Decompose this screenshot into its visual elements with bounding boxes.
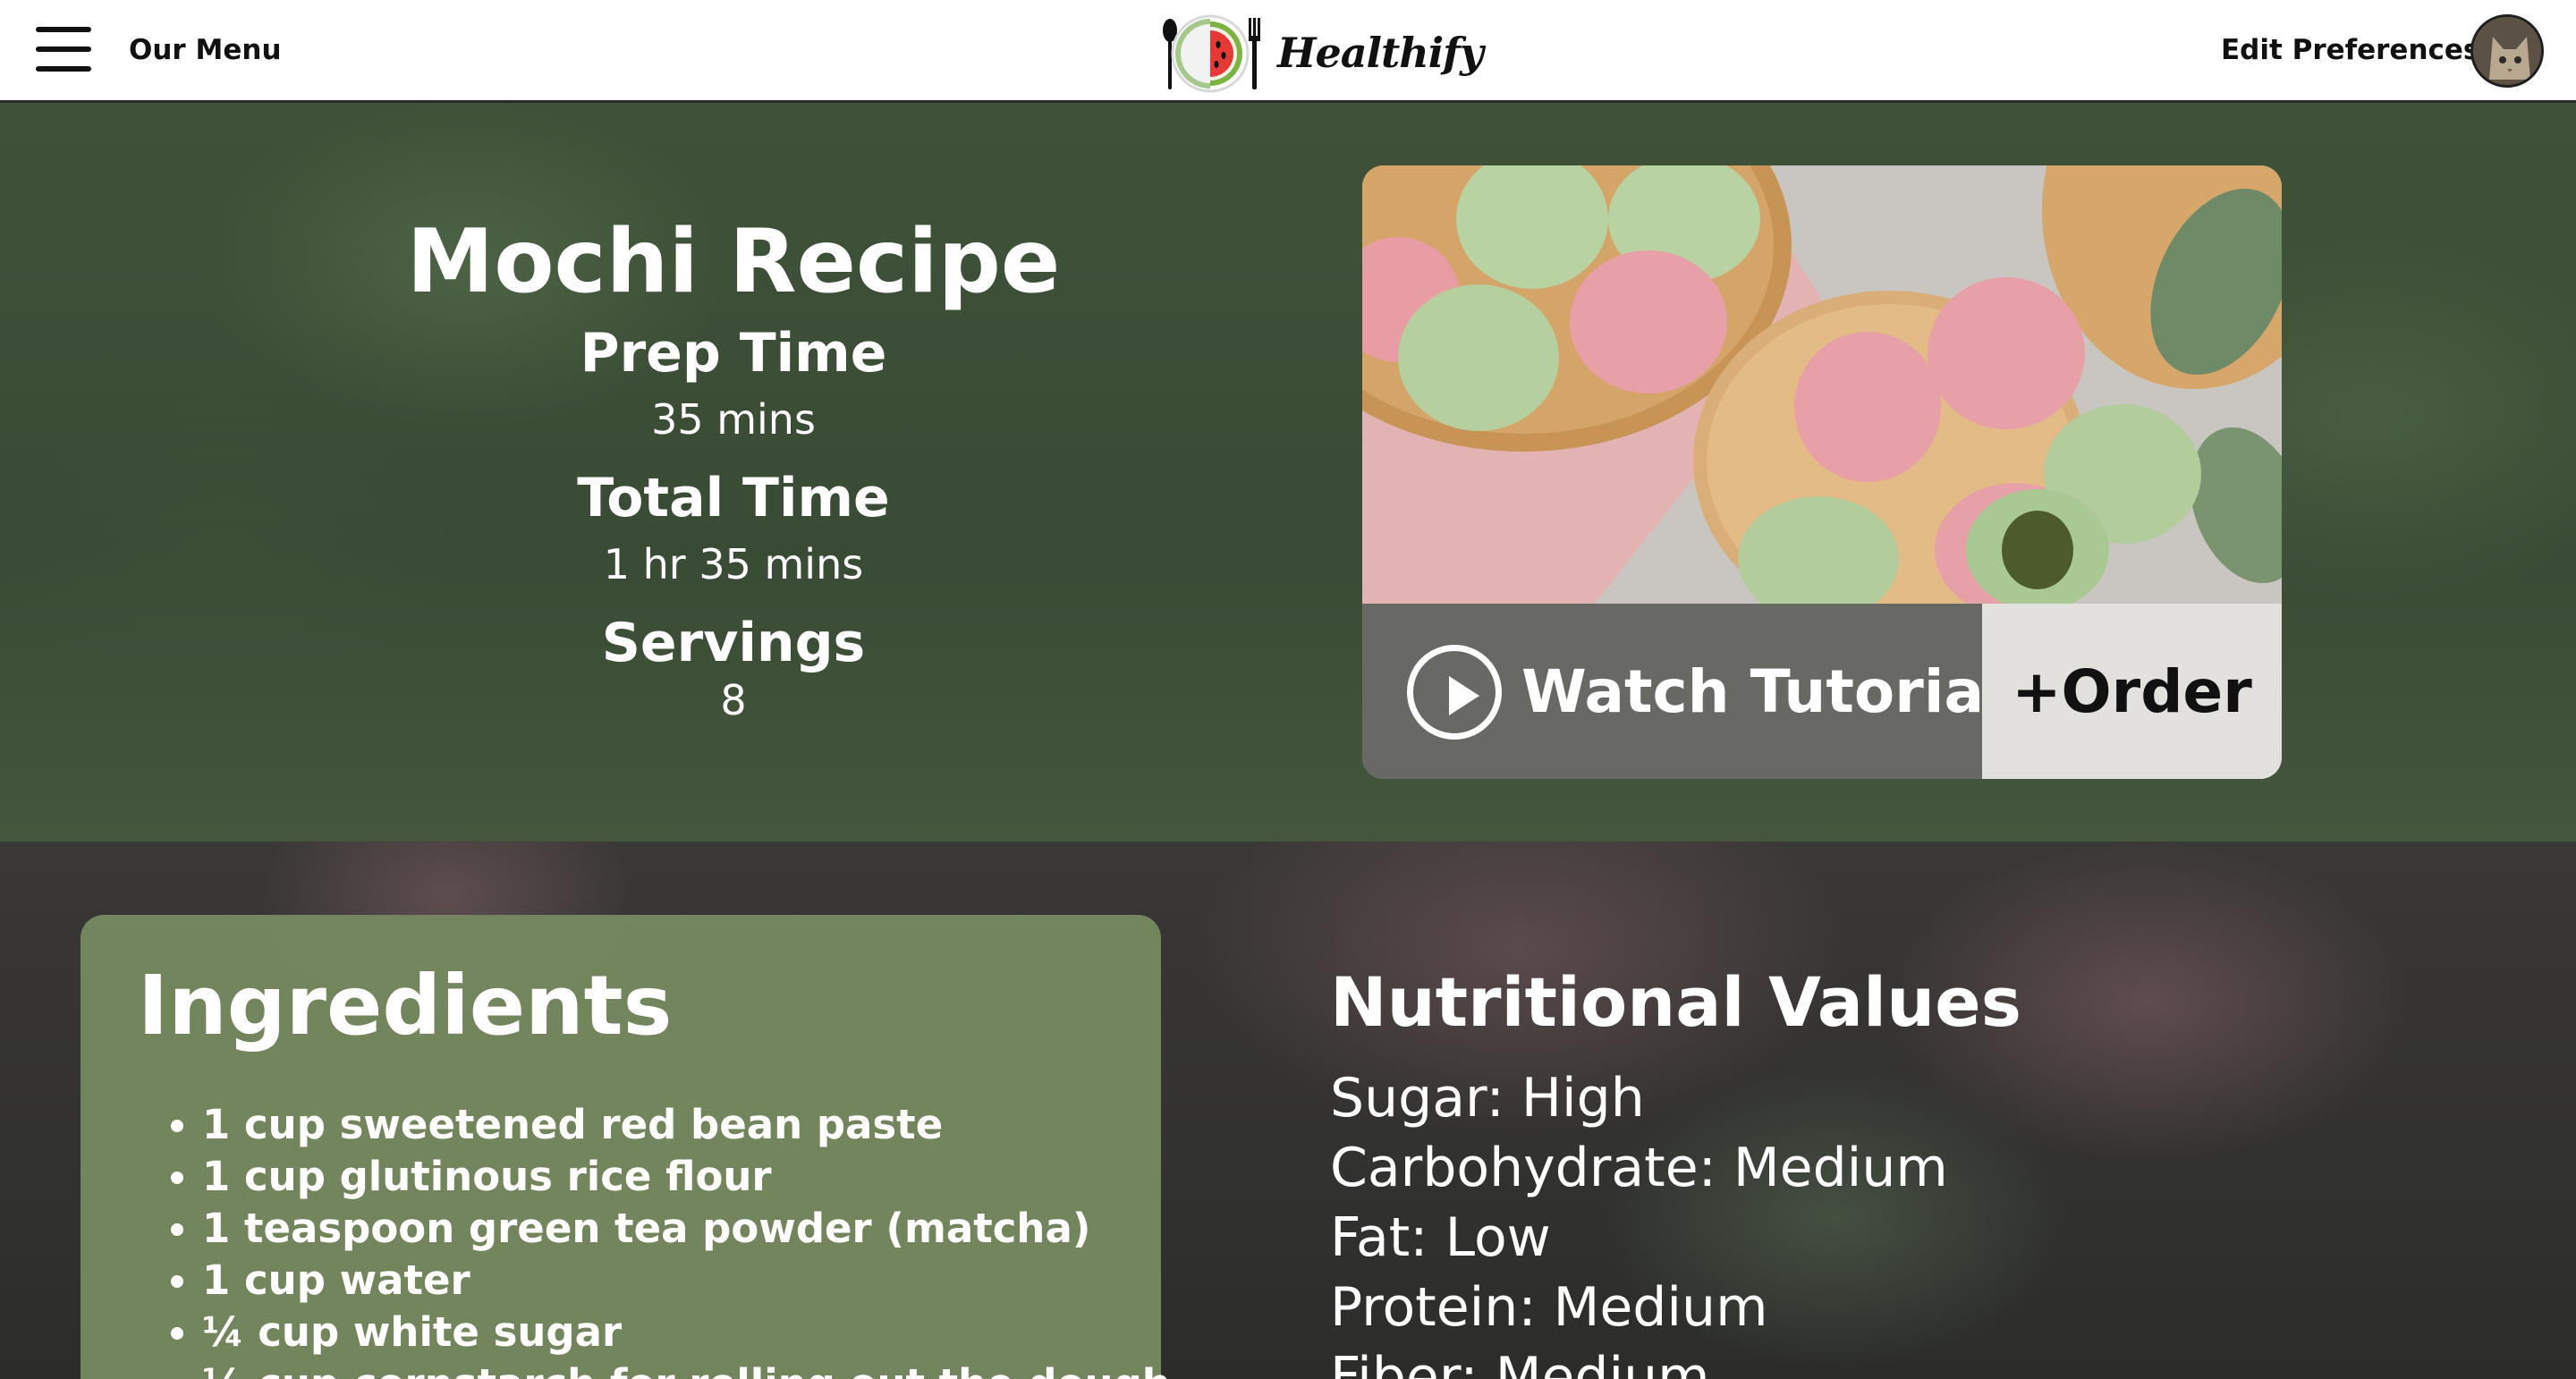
list-item: Carbohydrate: Medium <box>1330 1137 1948 1199</box>
servings-value: 8 <box>720 676 747 724</box>
recipe-hero-section: Mochi Recipe Prep Time 35 mins Total Tim… <box>0 103 2576 842</box>
servings-label: Servings <box>601 612 866 674</box>
top-navigation-bar: Our Menu Healthify Edit Preferences <box>0 0 2576 103</box>
watch-tutorial-label: Watch Tutorial <box>1521 657 2004 726</box>
hamburger-line <box>36 47 91 52</box>
ingredients-card: Ingredients 1 cup sweetened red bean pas… <box>80 915 1171 1379</box>
list-item: 1 cup water <box>202 1255 1171 1307</box>
healthify-logo[interactable]: Healthify <box>1159 11 1484 97</box>
hamburger-line <box>36 66 91 72</box>
nutritional-values-list: Sugar: High Carbohydrate: Medium Fat: Lo… <box>1330 1063 2021 1379</box>
avatar[interactable] <box>2470 14 2544 88</box>
list-item: 1 teaspoon green tea powder (matcha) <box>202 1203 1171 1255</box>
recipe-media-card: Watch Tutorial +Order <box>1362 165 2282 779</box>
total-time-value: 1 hr 35 mins <box>603 540 864 588</box>
watch-tutorial-button[interactable]: Watch Tutorial <box>1362 604 2004 779</box>
prep-time-value: 35 mins <box>651 395 816 444</box>
play-icon <box>1407 645 1502 740</box>
prep-time-label: Prep Time <box>580 322 887 385</box>
recipe-details-section: Ingredients 1 cup sweetened red bean pas… <box>0 842 2576 1379</box>
brand-name: Healthify <box>1277 29 1484 77</box>
hamburger-line <box>36 27 91 32</box>
list-item: ¼ cup white sugar <box>202 1307 1171 1358</box>
list-item: 1 cup sweetened red bean paste <box>202 1099 1171 1151</box>
watermelon-plate-logo-icon <box>1163 14 1260 93</box>
order-button-label: +Order <box>2012 657 2252 726</box>
list-item: Protein: Medium <box>1330 1276 1768 1339</box>
order-button[interactable]: +Order <box>1982 604 2282 779</box>
list-item: ½ cup cornstarch for rolling out the dou… <box>202 1358 1171 1379</box>
our-menu-link[interactable]: Our Menu <box>129 34 282 66</box>
list-item: 1 cup glutinous rice flour <box>202 1151 1171 1203</box>
ingredients-heading: Ingredients <box>138 958 673 1053</box>
list-item: Sugar: High <box>1330 1067 1645 1129</box>
nutritional-values-heading: Nutritional Values <box>1330 962 2021 1042</box>
page-title: Mochi Recipe <box>406 211 1061 313</box>
mochi-photo <box>1362 165 2282 604</box>
recipe-summary: Mochi Recipe Prep Time 35 mins Total Tim… <box>385 208 1082 724</box>
edit-preferences-link[interactable]: Edit Preferences <box>2221 34 2479 66</box>
nutritional-values-panel: Nutritional Values Sugar: High Carbohydr… <box>1330 958 2021 1379</box>
hamburger-menu-icon[interactable] <box>36 25 91 73</box>
ingredients-list: 1 cup sweetened red bean paste 1 cup glu… <box>202 1099 1171 1379</box>
list-item: Fat: Low <box>1330 1206 1551 1269</box>
avatar-cat-photo <box>2473 17 2541 85</box>
total-time-label: Total Time <box>577 467 890 529</box>
list-item: Fiber: Medium <box>1330 1346 1710 1379</box>
